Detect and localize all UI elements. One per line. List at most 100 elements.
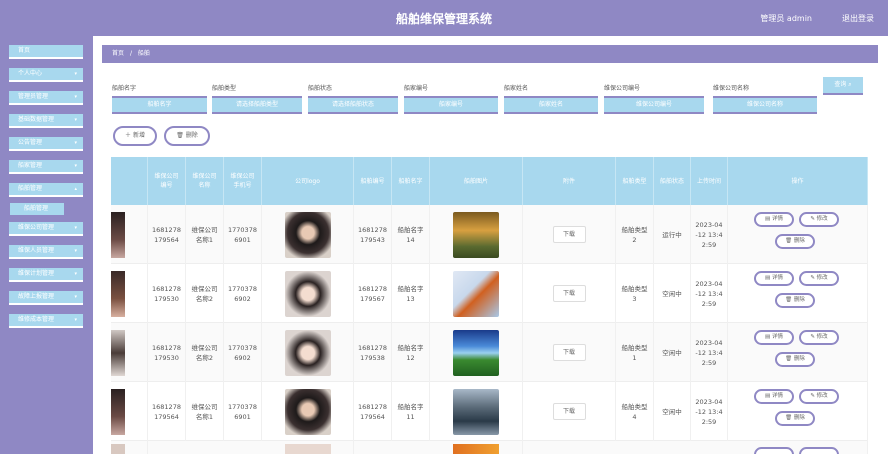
sidebar-item-basic-data[interactable]: 基础数据管理 ▾ [9, 114, 83, 128]
detail-button[interactable]: ▤ 详情 [754, 271, 794, 286]
header-upload-time: 上传时间 [691, 157, 728, 205]
sidebar-subitem-ship-management[interactable]: 船舶管理 [10, 203, 64, 215]
detail-button[interactable]: ▤ 详情 [754, 330, 794, 345]
breadcrumb-current: 船舶 [137, 50, 150, 57]
header-ship-status: 船舶状态 [654, 157, 691, 205]
detail-button[interactable]: ▤ 详情 [754, 389, 794, 404]
edit-button[interactable]: ✎ 修改 [799, 212, 839, 227]
plus-icon: ＋ [125, 132, 132, 139]
chevron-down-icon: ▾ [74, 317, 77, 323]
table-row: 1681278 179564 维保公司 名称1 1770378 6901 168… [111, 382, 868, 441]
breadcrumb: 首页 / 船舶 [102, 45, 878, 63]
chevron-down-icon: ▾ [74, 271, 77, 277]
filter-label-ship-name: 船舶名字 [112, 85, 137, 92]
sidebar-item-fault-reports[interactable]: 故障上报管理 ▾ [9, 291, 83, 305]
row-thumb [111, 323, 148, 382]
pencil-icon: ✎ [810, 393, 815, 399]
chevron-down-icon: ▾ [74, 94, 77, 100]
edit-button[interactable]: ✎ 修改 [799, 389, 839, 404]
header-company-phone: 维保公司 手机号 [224, 157, 262, 205]
chevron-down-icon: ▾ [74, 117, 77, 123]
app-title: 船舶维保管理系统 [395, 12, 492, 26]
row-thumb [111, 382, 148, 441]
ship-image [430, 264, 523, 323]
sidebar-item-ships[interactable]: 船舶管理 ▴ [9, 183, 83, 197]
sidebar-item-profile[interactable]: 个人中心 ▾ [9, 68, 83, 82]
table-row: 1681278 179530 维保公司 名称2 1770378 6902 168… [111, 323, 868, 382]
filter-label-ship-status: 船舶状态 [308, 85, 333, 92]
ship-status-select[interactable]: 请选择船舶状态 [308, 96, 398, 114]
delete-button[interactable]: 🗑 删除 [775, 411, 815, 426]
sidebar-item-maint-plans[interactable]: 维保计划管理 ▾ [9, 268, 83, 282]
table-row [111, 441, 868, 454]
owner-name-input[interactable]: 船家姓名 [504, 96, 598, 114]
document-icon: ▤ [765, 393, 771, 399]
row-thumb [111, 264, 148, 323]
trash-icon: 🗑 [785, 297, 793, 303]
search-icon: ⌕ [848, 81, 852, 88]
company-name-input[interactable]: 维保公司名称 [713, 96, 817, 114]
logout-link[interactable]: 退出登录 [842, 13, 874, 24]
filter-label-company-no: 维保公司编号 [604, 85, 641, 92]
trash-icon: 🗑 [176, 132, 184, 139]
sidebar-item-repair-costs[interactable]: 维修成本管理 ▾ [9, 314, 83, 328]
company-no-input[interactable]: 维保公司编号 [604, 96, 704, 114]
edit-button[interactable]: ✎ 修改 [799, 271, 839, 286]
pencil-icon: ✎ [810, 334, 815, 340]
header-actions: 操作 [728, 157, 868, 205]
sidebar-item-maint-staff[interactable]: 维保人员管理 ▾ [9, 245, 83, 259]
header-company-no: 维保公司 编号 [148, 157, 186, 205]
chevron-down-icon: ▾ [74, 294, 77, 300]
delete-button[interactable]: 🗑 删除 [775, 234, 815, 249]
download-button[interactable]: 下载 [552, 403, 586, 420]
document-icon: ▤ [765, 334, 771, 340]
sidebar-item-maint-companies[interactable]: 维保公司管理 ▾ [9, 222, 83, 236]
detail-button[interactable]: ▤ 详情 [754, 212, 794, 227]
chevron-down-icon: ▾ [74, 225, 77, 231]
header-company-logo: 公司logo [262, 157, 354, 205]
filter-label-owner-no: 船家编号 [404, 85, 429, 92]
sidebar-item-admins[interactable]: 管理员管理 ▾ [9, 91, 83, 105]
chevron-up-icon: ▴ [74, 186, 77, 192]
company-logo [262, 205, 354, 264]
search-button[interactable]: 查询 ⌕ [823, 77, 863, 95]
filter-label-owner-name: 船家姓名 [504, 85, 529, 92]
chevron-down-icon: ▾ [74, 163, 77, 169]
main-content: 首页 / 船舶 船舶名字 船舶名字 船舶类型 请选择船舶类型 船舶状态 请选择船… [93, 36, 888, 454]
row-thumb [111, 205, 148, 264]
delete-button[interactable]: 🗑 删除 [775, 293, 815, 308]
edit-button[interactable] [799, 447, 839, 454]
download-button[interactable]: 下载 [552, 226, 586, 243]
ship-name-input[interactable]: 船舶名字 [112, 96, 207, 114]
sidebar-item-home[interactable]: 首页 [9, 45, 83, 59]
sidebar-item-notices[interactable]: 公告管理 ▾ [9, 137, 83, 151]
delete-button[interactable]: 🗑 删除 [775, 352, 815, 367]
header-ship-image: 船舶图片 [430, 157, 523, 205]
header-attachment: 附件 [523, 157, 616, 205]
company-logo [262, 264, 354, 323]
ship-image [430, 382, 523, 441]
detail-button[interactable] [754, 447, 794, 454]
edit-button[interactable]: ✎ 修改 [799, 330, 839, 345]
sidebar-item-ship-owners[interactable]: 船家管理 ▾ [9, 160, 83, 174]
header-ship-no: 船舶编号 [354, 157, 392, 205]
sidebar: 首页 个人中心 ▾ 管理员管理 ▾ 基础数据管理 ▾ 公告管理 ▾ 船家管理 ▾ 船舶管理… [0, 36, 93, 454]
chevron-down-icon: ▾ [74, 71, 77, 77]
trash-icon: 🗑 [785, 356, 793, 362]
owner-no-input[interactable]: 船家编号 [404, 96, 498, 114]
trash-icon: 🗑 [785, 238, 793, 244]
ship-image [430, 205, 523, 264]
add-button[interactable]: ＋ 新增 [113, 126, 157, 146]
breadcrumb-home[interactable]: 首页 [112, 50, 124, 57]
header-checkbox[interactable] [111, 157, 148, 205]
document-icon: ▤ [765, 275, 771, 281]
table-header: 维保公司 编号 维保公司 名称 维保公司 手机号 公司logo 船舶编号 船舶名… [111, 157, 868, 205]
chevron-down-icon: ▾ [74, 140, 77, 146]
batch-delete-button[interactable]: 🗑 删除 [164, 126, 210, 146]
download-button[interactable]: 下载 [552, 285, 586, 302]
ship-type-select[interactable]: 请选择船舶类型 [212, 96, 302, 114]
current-user: 管理员 admin [760, 14, 812, 23]
download-button[interactable]: 下载 [552, 344, 586, 361]
company-logo [262, 323, 354, 382]
pencil-icon: ✎ [810, 275, 815, 281]
